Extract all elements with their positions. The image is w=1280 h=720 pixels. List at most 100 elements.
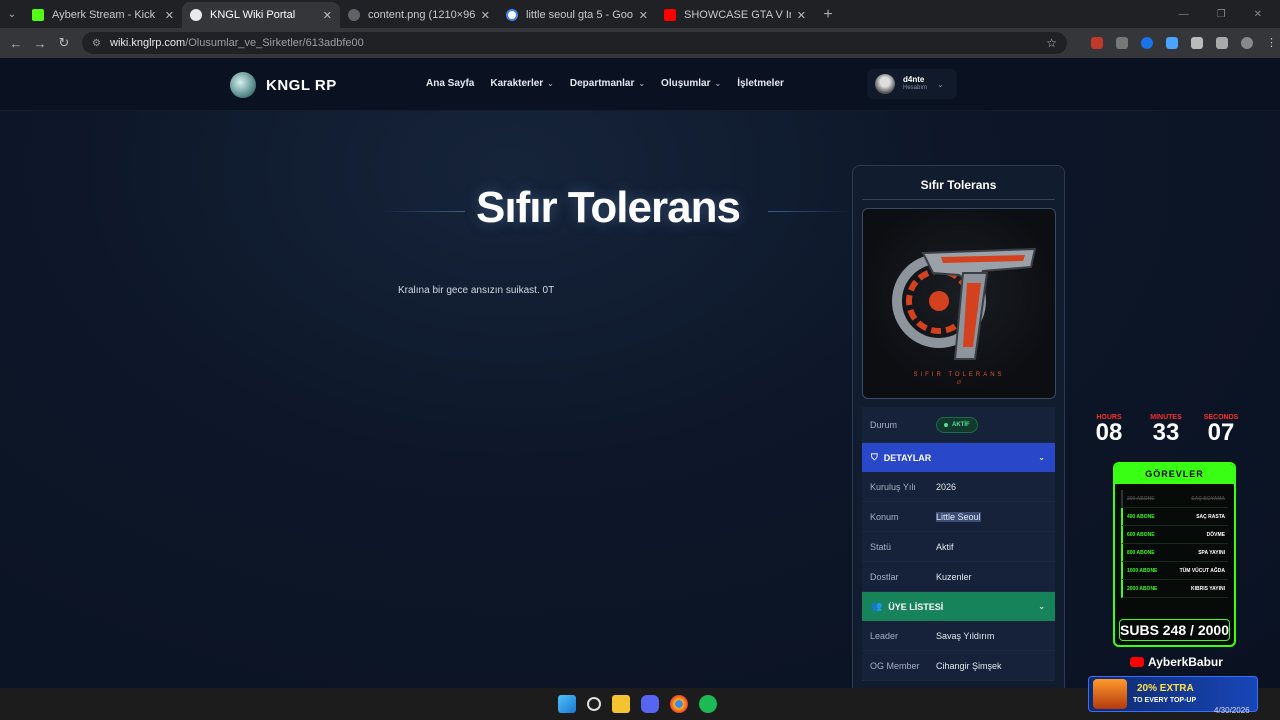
puzzle-icon[interactable]: [1191, 37, 1203, 49]
restore-icon[interactable]: ❐: [1217, 9, 1226, 20]
main-content: Sıfır Tolerans Kralına bir gece ansızın …: [0, 111, 1280, 695]
nav-item-olusumlar[interactable]: Oluşumlar ⌄: [661, 78, 721, 89]
stream-timer: HOURS 08 MINUTES 33 SECONDS 07: [1087, 414, 1245, 452]
goal-amount: 2000 ABONE: [1127, 585, 1158, 592]
taskbar-icons: [558, 695, 717, 713]
search-icon[interactable]: [587, 697, 601, 711]
nav-item-isletmeler[interactable]: İşletmeler: [737, 78, 784, 89]
close-window-icon[interactable]: ✕: [1254, 9, 1262, 20]
nav-label: Departmanlar: [569, 78, 635, 89]
taskbar-date: 4/30/2026: [1214, 706, 1250, 715]
shield-icon: ⛉: [871, 452, 878, 462]
browser-tab-2[interactable]: content.png (1210×968) ✕: [340, 2, 498, 28]
profile-avatar-icon[interactable]: [1241, 37, 1253, 49]
row-value-selected[interactable]: Little Seoul: [936, 511, 981, 522]
user-subtitle: Hesabım: [903, 85, 928, 91]
extension-icon[interactable]: [1166, 37, 1178, 49]
goal-item: 400 ABONE SAÇ RASTA: [1121, 508, 1228, 526]
goal-amount: 200 ABONE: [1127, 495, 1155, 502]
kngl-favicon-icon: [190, 9, 202, 21]
details-section-header[interactable]: ⛉ DETAYLAR ⌄: [862, 443, 1055, 472]
close-icon[interactable]: ✕: [323, 9, 332, 22]
goal-amount: 400 ABONE: [1127, 513, 1155, 520]
section-title: ÜYE LİSTESİ: [888, 601, 944, 612]
page-description: Kralına bir gece ansızın suikast. 0T: [398, 285, 555, 296]
nav-item-karakterler[interactable]: Karakterler ⌄: [490, 78, 554, 89]
extension-icon[interactable]: [1116, 37, 1128, 49]
browser-tab-bar: ⌄ Ayberk Stream - Kick Dashboar ✕ KNGL W…: [0, 0, 1280, 28]
page-title: Sıfır Tolerans: [476, 183, 741, 232]
tab-title: KNGL Wiki Portal: [210, 9, 296, 21]
browser-tab-0[interactable]: Ayberk Stream - Kick Dashboar ✕: [24, 2, 182, 28]
title-divider: [380, 211, 465, 212]
nav-label: Oluşumlar: [661, 78, 711, 89]
row-value: 2026: [936, 481, 957, 492]
site-logo[interactable]: KNGL RP: [230, 72, 337, 98]
status-dot-icon: [944, 422, 948, 427]
row-key: Statü: [870, 541, 892, 552]
members-section-header[interactable]: 👥 ÜYE LİSTESİ ⌄: [862, 592, 1055, 621]
row-key: OG Member: [870, 660, 920, 671]
row-key: Konum: [870, 511, 899, 522]
minimize-icon[interactable]: —: [1179, 9, 1189, 20]
browser-tab-3[interactable]: little seoul gta 5 - Google'da Ar ✕: [498, 2, 656, 28]
subs-counter: SUBS 248 / 2000: [1119, 619, 1230, 641]
status-text: AKTİF: [952, 421, 970, 428]
nav-item-ana-sayfa[interactable]: Ana Sayfa: [426, 78, 474, 89]
image-caption-mark: ///: [956, 380, 962, 386]
goal-item: 1000 ABONE TÜM VÜCUT AĞDA: [1121, 562, 1228, 580]
extensions-bar: ⋮: [1091, 37, 1278, 49]
tab-search-icon[interactable]: ⌄: [0, 0, 24, 28]
site-info-icon[interactable]: ⚙: [92, 38, 102, 49]
menu-icon[interactable]: ⋮: [1266, 37, 1278, 49]
goals-widget: GÖREVLER 200 ABONE SAÇ BOYAMA 400 ABONE SA…: [1113, 462, 1236, 647]
address-bar[interactable]: ⚙ wiki.knglrp.com /Olusumlar_ve_Sirketle…: [82, 32, 1067, 54]
user-menu[interactable]: d4nte Hesabım ⌄: [867, 69, 957, 99]
tab-title: SHOWCASE GTA V Interior: Littl: [684, 9, 791, 21]
site-header: KNGL RP Ana Sayfa Karakterler ⌄ Departman…: [0, 58, 1280, 111]
member-row: Leader Savaş Yıldırım: [862, 621, 1055, 651]
goal-item: 200 ABONE SAÇ BOYAMA: [1121, 490, 1228, 508]
spotify-icon[interactable]: [699, 695, 717, 713]
goal-task: SAÇ BOYAMA: [1191, 495, 1225, 502]
nav-item-departmanlar[interactable]: Departmanlar ⌄: [570, 78, 645, 89]
new-tab-button[interactable]: +: [814, 2, 842, 28]
goal-item: 2000 ABONE KIBRIS YAYINI: [1121, 580, 1228, 598]
reading-list-icon[interactable]: [1216, 37, 1228, 49]
windows-start-icon[interactable]: [558, 695, 576, 713]
close-icon[interactable]: ✕: [481, 9, 490, 22]
file-explorer-icon[interactable]: [612, 695, 630, 713]
browser-tab-4[interactable]: SHOWCASE GTA V Interior: Littl ✕: [656, 2, 814, 28]
goal-task: SAÇ RASTA: [1196, 513, 1225, 520]
close-icon[interactable]: ✕: [639, 9, 648, 22]
channel-name: AyberkBabur: [1148, 655, 1223, 669]
close-icon[interactable]: ✕: [797, 9, 806, 22]
row-key: Leader: [870, 630, 899, 641]
main-nav: Ana Sayfa Karakterler ⌄ Departmanlar ⌄ Olu…: [426, 78, 784, 89]
title-divider: [768, 211, 853, 212]
reload-icon[interactable]: ↻: [52, 35, 76, 51]
detail-row: Dostlar Kuzenler: [862, 562, 1055, 592]
forward-icon[interactable]: →: [28, 36, 52, 51]
nav-label: Karakterler: [490, 78, 544, 89]
goals-title: GÖREVLER: [1115, 464, 1234, 484]
row-value: Savaş Yıldırım: [936, 630, 995, 641]
row-key: Dostlar: [870, 571, 899, 582]
goal-task: SPA YAYINI: [1198, 549, 1225, 556]
goal-task: TÜM VÜCUT AĞDA: [1179, 567, 1225, 574]
browser-tab-1[interactable]: KNGL Wiki Portal ✕: [182, 2, 340, 28]
channel-tag: AyberkBabur: [1130, 655, 1223, 669]
url-host: wiki.knglrp.com: [110, 37, 186, 49]
extension-icon[interactable]: [1091, 37, 1103, 49]
chrome-icon[interactable]: [670, 695, 688, 713]
user-name: d4nte: [903, 75, 925, 84]
back-icon[interactable]: ←: [4, 36, 28, 51]
promo-headline: 20% EXTRA: [1137, 683, 1194, 694]
row-key: Kuruluş Yılı: [870, 481, 916, 492]
extension-icon[interactable]: [1141, 37, 1153, 49]
close-icon[interactable]: ✕: [165, 9, 174, 22]
bookmark-star-icon[interactable]: ☆: [1046, 36, 1057, 50]
timer-minutes: MINUTES 33: [1144, 414, 1188, 445]
discord-icon[interactable]: [641, 695, 659, 713]
tab-title: little seoul gta 5 - Google'da Ar: [526, 9, 633, 21]
